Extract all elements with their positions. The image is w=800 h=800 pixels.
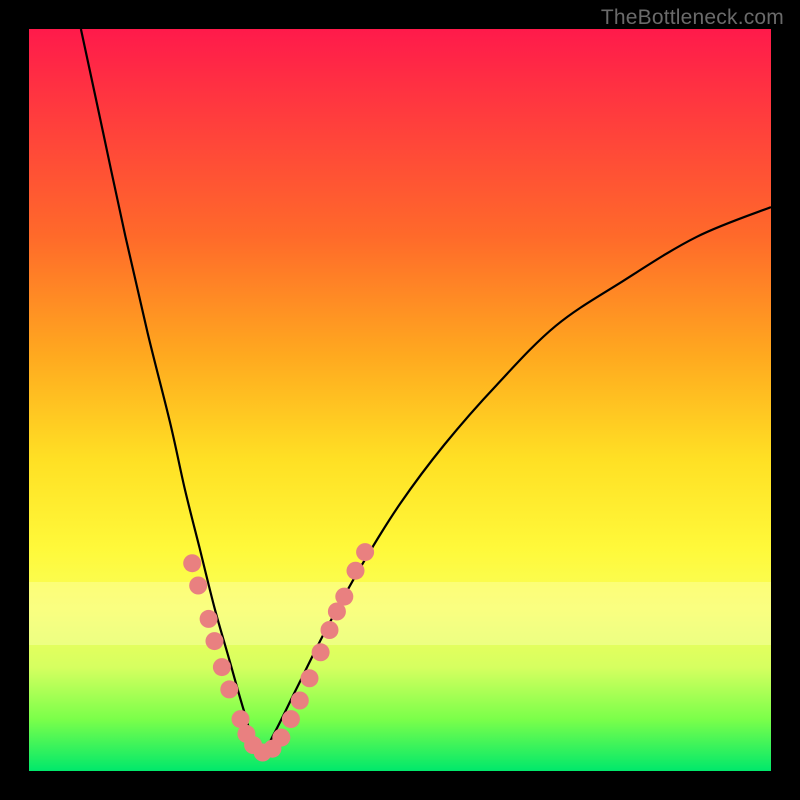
- watermark-text: TheBottleneck.com: [601, 6, 784, 30]
- plot-background: [29, 29, 771, 771]
- chart-frame: TheBottleneck.com: [0, 0, 800, 800]
